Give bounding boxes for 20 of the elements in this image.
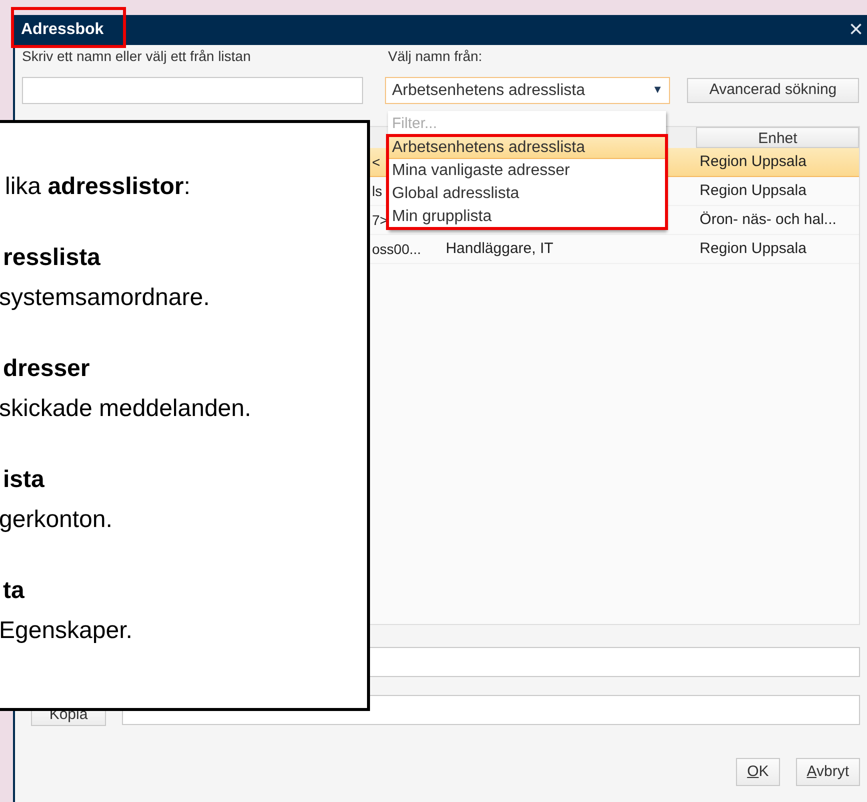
caret-icon: ▼ (652, 82, 663, 99)
field-label: Skriv ett namn eller välj ett från listan (22, 46, 252, 66)
table-cell: Öron- näs- och hal... (700, 210, 836, 228)
callout-text: gerkonton. (0, 505, 114, 535)
table-cell: Region Uppsala (700, 240, 806, 257)
callout-heading: ista (2, 465, 46, 495)
window-title: Adressbok (21, 20, 104, 40)
callout-heading: ta (2, 576, 26, 606)
callout-text: Egenskaper. (0, 616, 134, 646)
table-cell: < (372, 154, 380, 170)
callout-heading: dresser (2, 354, 91, 384)
table-cell: Region Uppsala (700, 152, 806, 170)
callout-text: lika adresslistor: (4, 172, 192, 202)
table-cell: Handläggare, IT (446, 240, 554, 257)
table-cell: ls (372, 182, 382, 198)
callout-text: skickade meddelanden. (0, 394, 252, 424)
callout-text: systemsamordnare. (0, 283, 211, 313)
table-cell: Region Uppsala (700, 182, 806, 199)
field-label: Välj namn från: (388, 46, 482, 66)
table-cell: oss00... (372, 240, 422, 256)
